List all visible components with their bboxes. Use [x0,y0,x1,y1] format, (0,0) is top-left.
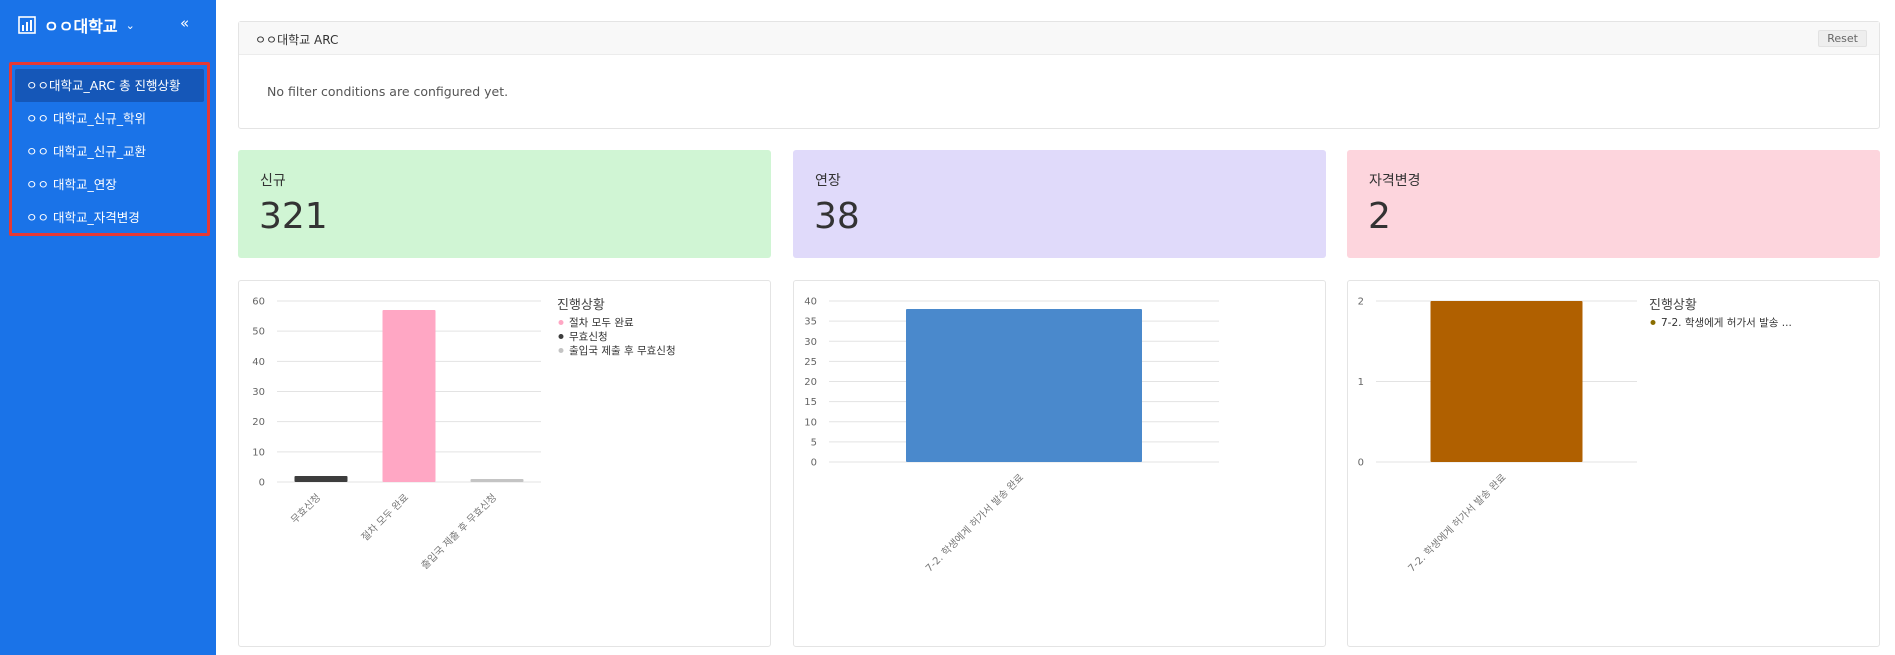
y-tick-label: 20 [804,377,817,388]
chevron-down-icon: ⌄ [125,18,135,32]
sidebar: ㅇㅇ대학교 ⌄ « ㅇㅇ대학교_ARC 총 진행상황 ㅇㅇ 대학교_신규_학위 … [0,0,216,655]
bar [470,478,524,482]
x-tick-label: 무효신청 [289,492,324,527]
y-tick-label: 10 [804,417,817,428]
menu-item-new-degree[interactable]: ㅇㅇ 대학교_신규_학위 [15,102,204,135]
bar-chart-extension: 0 5 10 15 20 25 30 35 40 7-2. 학생에게 허가서 발송 완료 [804,297,1219,575]
menu-item-new-exchange[interactable]: ㅇㅇ 대학교_신규_교환 [15,135,204,168]
kpi-card-extension: 연장 38 [793,150,1326,258]
chart-panel-extension: 0 5 10 15 20 25 30 35 40 7-2. 학생에게 허가서 발송 완료 [793,280,1326,647]
kpi-card-new: 신규 321 [238,150,771,258]
y-tick-label: 0 [259,478,265,489]
y-tick-label: 10 [252,447,265,458]
y-tick-label: 0 [811,458,817,469]
legend-swatch [558,334,564,339]
x-tick-label: 7-2. 학생에게 허가서 발송 완료 [923,472,1026,575]
collapse-sidebar-icon[interactable]: « [180,14,189,32]
bar-chart-new: 0102030405060무효신청 절차 모두 완료 출입국 제출 후 무효신청진행… [252,297,676,572]
legend-title: 진행상황 [1649,297,1697,313]
x-tick-label: 7-2. 학생에게 허가서 발송 완료 [1406,472,1509,575]
bar [1430,301,1583,462]
y-tick-label: 40 [804,297,817,308]
y-tick-label: 30 [804,337,817,348]
kpi-value: 38 [814,196,860,237]
y-tick-label: 30 [252,387,265,398]
chart-panel-status-change: 0 1 2 7-2. 학생에게 허가서 발송 완료 진행상황 7-2. 학생에게 허가서 … [1347,280,1880,647]
chart-panel-new: 0 10 20 30 40 50 60 무효신청 절차 모두 완료 출입국 제출 후 무효신청 진행… [238,280,771,647]
y-tick-label: 50 [252,327,265,338]
y-tick-label: 1 [1358,377,1364,388]
legend-swatch [558,320,564,325]
main-content: ㅇㅇ대학교 ARC Reset No filter conditions are… [216,0,1895,655]
legend-label: 7-2. 학생에게 허가서 발송 ... [1661,317,1792,329]
menu-item-status-change[interactable]: ㅇㅇ 대학교_자격변경 [15,201,204,234]
y-tick-label: 20 [252,417,265,428]
bar [294,475,348,482]
kpi-label: 연장 [815,173,841,189]
bar [382,310,436,482]
x-tick-label: 출입국 제출 후 무효신청 [418,491,499,572]
x-tick-label: 절차 모두 완료 [358,491,411,544]
bar-chart-status-change: 0 1 2 7-2. 학생에게 허가서 발송 완료 진행상황 7-2. 학생에게 허가서 … [1358,297,1792,575]
kpi-label: 신규 [260,173,286,189]
reset-button[interactable]: Reset [1818,30,1867,47]
kpi-value: 2 [1368,196,1391,237]
y-tick-label: 35 [804,317,817,328]
legend-label: 무효신청 [569,331,608,343]
filter-empty-message: No filter conditions are configured yet. [267,84,509,99]
menu-item-arc-overall[interactable]: ㅇㅇ대학교_ARC 총 진행상황 [15,69,204,102]
legend-label: 출입국 제출 후 무효신청 [569,344,676,357]
legend-swatch [558,348,564,353]
brand-dropdown[interactable]: ㅇㅇ대학교 ⌄ [18,14,135,36]
y-tick-label: 15 [804,397,817,408]
legend-title: 진행상황 [557,297,605,313]
dashboard-menu: ㅇㅇ대학교_ARC 총 진행상황 ㅇㅇ 대학교_신규_학위 ㅇㅇ 대학교_신규_… [9,62,210,236]
brand-name: ㅇㅇ대학교 [44,17,118,36]
kpi-label: 자격변경 [1369,173,1421,189]
menu-item-extension[interactable]: ㅇㅇ 대학교_연장 [15,168,204,201]
y-tick-label: 0 [1358,458,1364,469]
y-tick-label: 25 [804,357,817,368]
y-tick-label: 40 [252,357,265,368]
filter-header: ㅇㅇ대학교 ARC Reset [239,22,1879,55]
y-tick-label: 60 [252,297,265,308]
legend-swatch [1650,320,1656,325]
chart-logo-icon [18,16,36,34]
y-tick-label: 5 [811,437,817,448]
y-tick-label: 2 [1358,297,1364,308]
filter-title: ㅇㅇ대학교 ARC [255,33,339,47]
bar [906,309,1142,462]
kpi-card-status-change: 자격변경 2 [1347,150,1880,258]
legend-label: 절차 모두 완료 [569,316,634,329]
kpi-value: 321 [259,196,328,237]
filter-panel: ㅇㅇ대학교 ARC Reset No filter conditions are… [238,21,1880,129]
